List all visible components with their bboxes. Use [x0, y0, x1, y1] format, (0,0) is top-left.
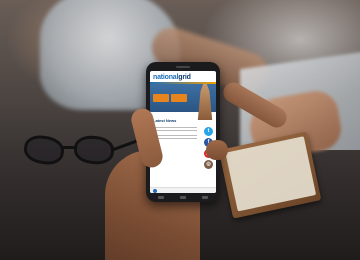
smartphone: nationalgrid Latest News t ◎	[146, 62, 220, 202]
phone-nav-bar	[158, 194, 208, 200]
building-image	[197, 84, 213, 120]
site-logo[interactable]: nationalgrid	[150, 71, 216, 82]
screen-footer	[150, 187, 216, 193]
finger	[206, 140, 228, 160]
logo-text-part2: grid	[178, 74, 191, 81]
phone-speaker	[176, 66, 190, 68]
hero-button-1[interactable]	[153, 94, 169, 102]
eyeglasses	[20, 130, 150, 170]
home-icon[interactable]	[180, 195, 186, 199]
twitter-icon[interactable]: t	[204, 127, 213, 136]
footer-icon	[153, 189, 157, 193]
phone-screen: nationalgrid Latest News t ◎	[150, 71, 216, 193]
back-icon[interactable]	[158, 195, 164, 199]
news-text-lines	[153, 127, 197, 128]
hero-banner	[150, 84, 216, 120]
hero-button-2[interactable]	[171, 94, 187, 102]
news-text-lines	[153, 135, 197, 136]
recent-apps-icon[interactable]	[202, 195, 208, 199]
logo-text-part1: national	[153, 74, 179, 81]
photo-scene: nationalgrid Latest News t ◎	[0, 0, 360, 260]
instagram-icon[interactable]: ◎	[204, 160, 213, 169]
news-text-lines	[153, 138, 197, 139]
news-text-lines	[153, 130, 197, 131]
